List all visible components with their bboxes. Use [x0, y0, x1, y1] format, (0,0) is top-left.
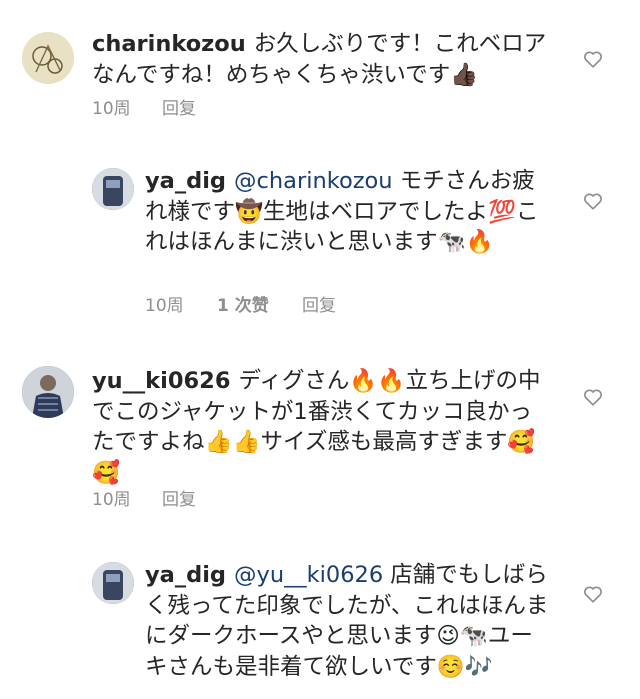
avatar-image	[92, 168, 134, 210]
heart-outline-icon	[584, 51, 602, 68]
comment-username[interactable]: ya_dig	[145, 562, 226, 588]
avatar[interactable]	[92, 168, 134, 210]
like-button[interactable]	[582, 386, 604, 408]
comment-meta: 10周 回复	[92, 489, 196, 511]
comment-username[interactable]: yu__ki0626	[92, 368, 230, 394]
like-button[interactable]	[582, 48, 604, 70]
reply-button[interactable]: 回复	[162, 489, 196, 511]
likes-count[interactable]: 1 次赞	[217, 295, 302, 317]
heart-outline-icon	[584, 193, 602, 210]
comment-time: 10周	[145, 296, 184, 316]
comment-text: ya_dig @yu__ki0626 店舗でもしばらく残ってた印象でしたが、これは…	[145, 560, 550, 682]
heart-outline-icon	[584, 586, 602, 603]
comment-meta: 10周 1 次赞 回复	[145, 295, 336, 317]
reply-button[interactable]: 回复	[162, 98, 196, 120]
avatar-image	[92, 562, 134, 604]
comment-time: 10周	[92, 99, 131, 119]
comment-text: charinkozou お久しぶりです！これベロアなんですね！めちゃくちゃ渋いです…	[92, 29, 547, 90]
avatar[interactable]	[22, 366, 74, 418]
comment-username[interactable]: charinkozou	[92, 31, 246, 57]
like-button[interactable]	[582, 583, 604, 605]
avatar[interactable]	[92, 562, 134, 604]
avatar-image	[22, 32, 74, 84]
reply-button[interactable]: 回复	[302, 295, 336, 317]
comment-meta: 10周 回复	[92, 98, 196, 120]
comment-username[interactable]: ya_dig	[145, 168, 226, 194]
comment-text: yu__ki0626 ディグさん🔥🔥立ち上げの中でこのジャケットが1番渋くてカッコ…	[92, 366, 552, 488]
avatar[interactable]	[22, 32, 74, 84]
avatar-image	[22, 366, 74, 418]
like-button[interactable]	[582, 190, 604, 212]
heart-outline-icon	[584, 389, 602, 406]
comment-text: ya_dig @charinkozou モチさんお疲れ様です🤠生地はベロアでしたよ…	[145, 166, 550, 258]
comment-time: 10周	[92, 490, 131, 510]
comment-mention[interactable]: @yu__ki0626	[234, 562, 383, 588]
comment-mention[interactable]: @charinkozou	[234, 168, 393, 194]
